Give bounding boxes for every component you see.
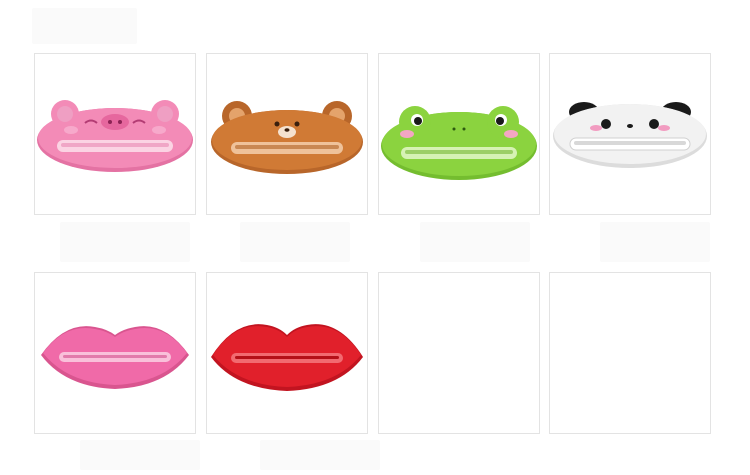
product-tile-empty[interactable] bbox=[549, 272, 711, 434]
pig-tube-squeezer-image bbox=[37, 100, 193, 172]
panda-tube-squeezer-image bbox=[553, 102, 707, 168]
product-tile-bear[interactable] bbox=[206, 53, 368, 215]
product-tile-panda[interactable] bbox=[549, 53, 711, 215]
product-tile-pink-lips[interactable] bbox=[34, 272, 196, 434]
bear-tube-squeezer-image bbox=[211, 101, 363, 174]
faint-shadow bbox=[60, 222, 190, 262]
faint-shadow bbox=[420, 222, 530, 262]
faint-shadow bbox=[240, 222, 350, 262]
product-tile-pig[interactable] bbox=[34, 53, 196, 215]
faint-shadow bbox=[600, 222, 710, 262]
faint-shadow bbox=[260, 440, 380, 470]
faint-shadow bbox=[80, 440, 200, 470]
faint-shadow bbox=[32, 8, 137, 44]
pink-lips-tube-squeezer-image bbox=[41, 326, 189, 389]
product-tile-red-lips[interactable] bbox=[206, 272, 368, 434]
red-lips-tube-squeezer-image bbox=[211, 324, 363, 391]
product-tile-frog[interactable] bbox=[378, 53, 540, 215]
frog-tube-squeezer-image bbox=[381, 106, 537, 180]
product-tile-empty[interactable] bbox=[378, 272, 540, 434]
